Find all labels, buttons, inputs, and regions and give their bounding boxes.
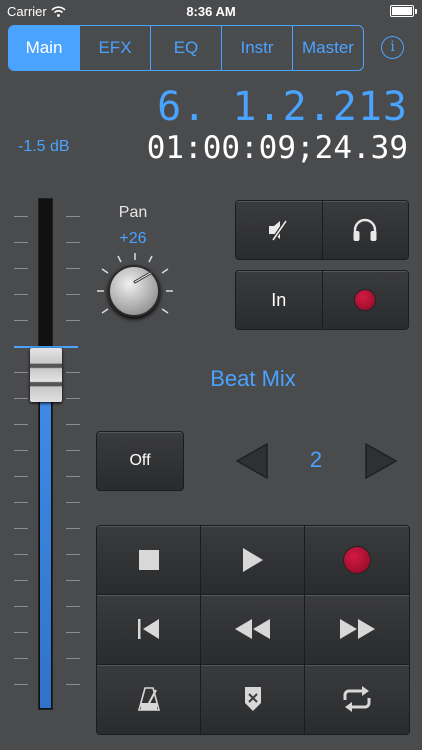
- tab-eq[interactable]: EQ: [151, 26, 222, 70]
- go-to-start-icon: [137, 619, 159, 640]
- count-in-icon: [244, 687, 261, 712]
- fader-tick: [14, 372, 28, 373]
- fader-tick: [14, 658, 28, 659]
- metronome-button[interactable]: [97, 664, 201, 734]
- status-bar: Carrier 8:36 AM: [0, 0, 422, 22]
- fader-tick: [14, 398, 28, 399]
- input-monitor-label: In: [271, 289, 287, 310]
- record-arm-button[interactable]: [322, 271, 408, 329]
- record-arm-icon: [354, 289, 377, 311]
- go-to-start-button[interactable]: [97, 595, 201, 665]
- next-arrow-icon[interactable]: [364, 442, 398, 480]
- volume-fader-handle[interactable]: [30, 348, 62, 402]
- fader-tick: [66, 216, 80, 217]
- fast-forward-icon: [340, 619, 375, 640]
- fader-tick: [66, 268, 80, 269]
- fader-tick: [14, 554, 28, 555]
- cycle-button[interactable]: [305, 664, 409, 734]
- fader-tick: [66, 320, 80, 321]
- count-in-button[interactable]: [201, 664, 305, 734]
- tab-bar: Main EFX EQ Instr Master: [8, 25, 364, 71]
- info-button[interactable]: i: [381, 36, 404, 59]
- fader-tick: [66, 528, 80, 529]
- bars-beats-counter: 6. 1.2.213: [157, 84, 408, 130]
- fader-tick: [14, 424, 28, 425]
- fader-tick: [14, 528, 28, 529]
- fader-tick: [66, 632, 80, 633]
- metronome-icon: [137, 687, 160, 712]
- fader-tick: [14, 580, 28, 581]
- volume-fader-level: [40, 393, 51, 708]
- fader-tick: [14, 476, 28, 477]
- input-record-group: In: [235, 270, 409, 330]
- fader-tick: [14, 606, 28, 607]
- fader-tick: [14, 294, 28, 295]
- rewind-button[interactable]: [201, 595, 305, 665]
- fader-tick: [66, 372, 80, 373]
- fader-tick: [14, 632, 28, 633]
- fader-tick: [66, 476, 80, 477]
- fader-tick: [66, 684, 80, 685]
- fader-tick: [66, 580, 80, 581]
- stop-button[interactable]: [97, 526, 201, 596]
- fader-tick: [66, 658, 80, 659]
- cycle-icon: [343, 686, 371, 713]
- input-monitor-button[interactable]: In: [236, 271, 323, 329]
- stop-icon: [138, 550, 159, 571]
- fader-tick: [14, 216, 28, 217]
- pan-value: +26: [119, 230, 147, 247]
- fader-tick: [66, 450, 80, 451]
- record-button[interactable]: [305, 526, 409, 596]
- page-number: 2: [309, 447, 323, 472]
- transport-grid: [96, 525, 410, 735]
- tab-instr[interactable]: Instr: [222, 26, 293, 70]
- fader-tick: [66, 606, 80, 607]
- play-button[interactable]: [201, 526, 305, 596]
- headphones-icon: [353, 218, 377, 241]
- solo-button[interactable]: [322, 201, 408, 259]
- fader-tick: [14, 320, 28, 321]
- volume-readout: -1.5 dB: [18, 138, 70, 155]
- smpte-timecode: 01:00:09;24.39: [146, 130, 408, 166]
- pan-knob-pointer: [133, 271, 153, 284]
- mute-button[interactable]: [236, 201, 323, 259]
- tab-efx[interactable]: EFX: [80, 26, 151, 70]
- fader-tick: [66, 242, 80, 243]
- status-time: 8:36 AM: [186, 4, 236, 19]
- fast-forward-button[interactable]: [305, 595, 409, 665]
- battery-icon: [390, 5, 417, 17]
- fader-tick: [66, 424, 80, 425]
- fader-tick: [14, 242, 28, 243]
- speaker-muted-icon: [268, 219, 288, 242]
- fader-tick: [14, 684, 28, 685]
- off-toggle-button[interactable]: Off: [96, 431, 184, 491]
- fader-tick: [14, 268, 28, 269]
- off-toggle-label: Off: [129, 452, 151, 469]
- pan-knob[interactable]: [108, 265, 160, 317]
- fader-tick: [14, 502, 28, 503]
- fader-tick: [66, 502, 80, 503]
- fader-tick: [66, 398, 80, 399]
- fader-tick: [14, 450, 28, 451]
- fader-tick: [66, 294, 80, 295]
- tab-main[interactable]: Main: [9, 26, 80, 70]
- tab-master[interactable]: Master: [293, 26, 363, 70]
- rewind-icon: [234, 619, 270, 640]
- fader-tick: [66, 554, 80, 555]
- previous-arrow-icon[interactable]: [235, 442, 269, 480]
- play-icon: [242, 548, 263, 573]
- record-icon: [343, 546, 371, 575]
- pan-label: Pan: [118, 204, 148, 221]
- track-name[interactable]: Beat Mix: [150, 366, 356, 392]
- mute-solo-group: [235, 200, 409, 260]
